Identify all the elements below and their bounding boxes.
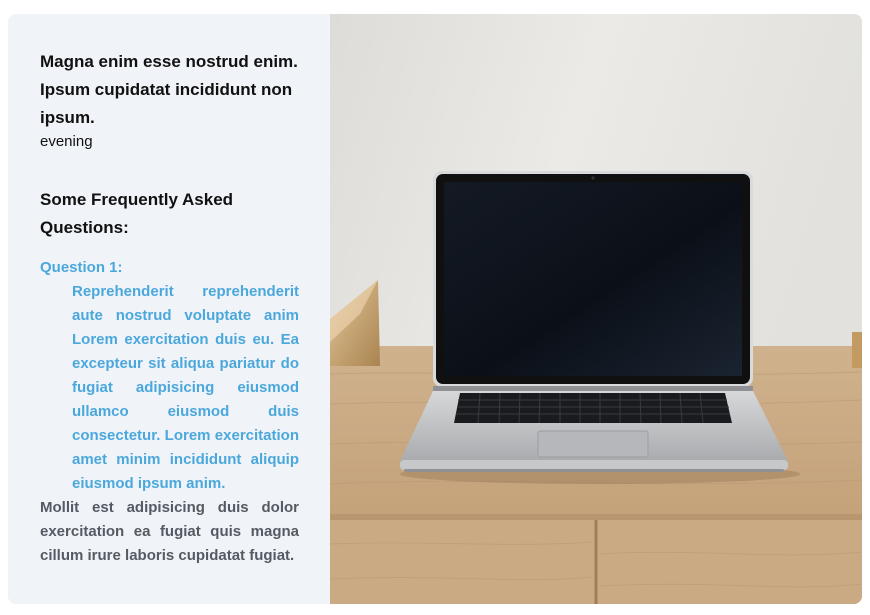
faq-body-text: Mollit est adipisicing duis dolor exerci…	[40, 499, 299, 564]
subline: evening	[40, 133, 93, 150]
headline: Magna enim esse nostrud enim. Ipsum cupi…	[40, 52, 298, 127]
faq-item: Question 1: Reprehenderit reprehenderit …	[40, 256, 299, 496]
faq-title: Some Frequently Asked Questions:	[40, 190, 234, 237]
content-card: Magna enim esse nostrud enim. Ipsum cupi…	[8, 14, 862, 604]
faq-answer: Reprehenderit reprehenderit aute nostrud…	[72, 283, 299, 492]
text-panel: Magna enim esse nostrud enim. Ipsum cupi…	[8, 14, 330, 604]
laptop-illustration	[330, 14, 862, 604]
faq-question-label: Question 1:	[40, 259, 123, 276]
laptop-photo	[330, 14, 862, 604]
